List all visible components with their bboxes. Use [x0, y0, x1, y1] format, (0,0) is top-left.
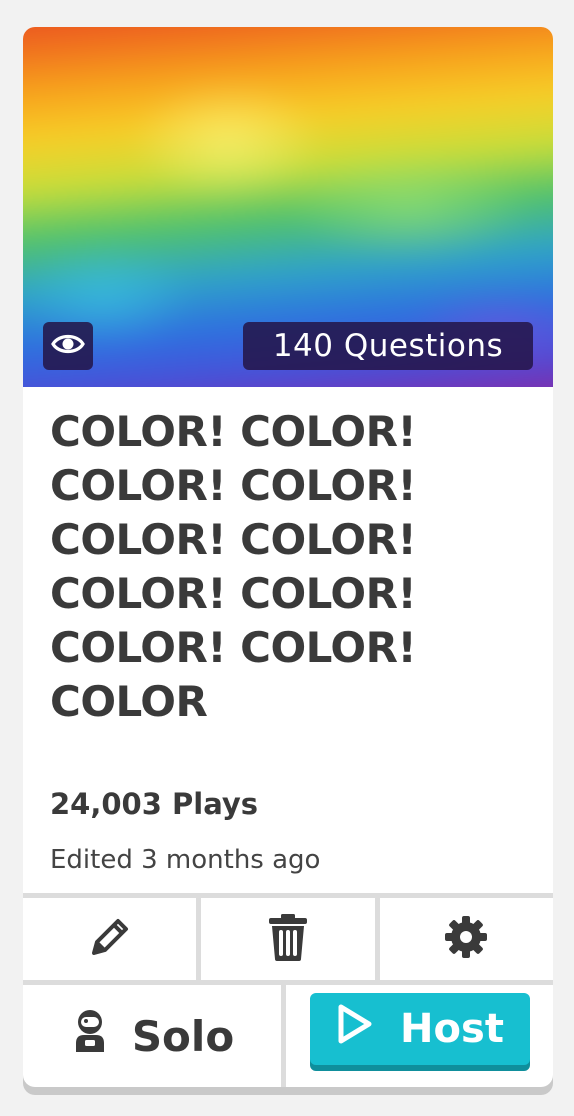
- host-button[interactable]: Host: [310, 993, 530, 1065]
- plays-count: 24,003 Plays: [50, 787, 259, 821]
- question-count-badge: 140 Questions: [243, 322, 533, 370]
- settings-button[interactable]: [380, 898, 553, 980]
- eye-icon: [51, 332, 85, 360]
- preview-button[interactable]: [43, 322, 93, 370]
- host-container: Host: [286, 985, 553, 1087]
- cover-image[interactable]: 140 Questions: [23, 27, 553, 387]
- kit-title: COLOR! COLOR! COLOR! COLOR! COLOR! COLOR…: [50, 407, 417, 726]
- kit-card: 140 Questions COLOR! COLOR! COLOR! COLOR…: [23, 27, 553, 1087]
- play-icon: [336, 1003, 374, 1055]
- pencil-icon: [86, 913, 134, 965]
- solo-button[interactable]: Solo: [23, 985, 286, 1087]
- gear-icon: [443, 914, 489, 964]
- solo-label: Solo: [131, 1011, 235, 1061]
- action-bar: [23, 893, 553, 985]
- edit-button[interactable]: [23, 898, 202, 980]
- trash-icon: [266, 912, 310, 966]
- host-label: Host: [400, 1006, 504, 1052]
- delete-button[interactable]: [201, 898, 380, 980]
- play-bar: Solo Host: [23, 985, 553, 1087]
- astronaut-icon: [70, 1009, 110, 1063]
- edited-time: Edited 3 months ago: [50, 845, 321, 875]
